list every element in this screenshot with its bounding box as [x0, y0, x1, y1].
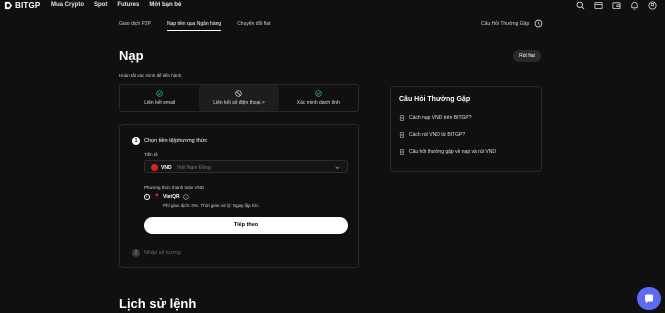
verify-hint: Hoàn tất xác minh để tiến hành.	[119, 73, 183, 78]
logo[interactable]: BITGP	[4, 1, 40, 10]
verification-steps: Liên kết email Liên kết số điện thoại > …	[119, 84, 359, 112]
vietnam-flag-icon	[151, 164, 158, 171]
payment-method-label: Phương thức thanh toán VND	[144, 185, 205, 190]
blocked-icon	[235, 90, 243, 97]
document-icon	[399, 149, 405, 155]
faq-panel: Câu Hỏi Thường Gặp Cách nạp VND trên BIT…	[390, 86, 542, 172]
chat-icon	[645, 294, 653, 303]
payment-fee-text: Phí giao dịch: 0%. Thời gian xử lý: Ngay…	[163, 203, 260, 208]
faq-item[interactable]: Cách nạp VND trên BITGP?	[399, 115, 472, 121]
verify-identity[interactable]: Xác minh danh tính	[279, 85, 358, 111]
nav-item-buy-crypto[interactable]: Mua Crypto	[51, 1, 84, 10]
faq-item-label: Câu hỏi thường gặp về nạp và rút VND	[409, 149, 496, 155]
verify-phone[interactable]: Liên kết số điện thoại >	[199, 85, 279, 111]
continue-button[interactable]: Tiếp theo	[144, 217, 348, 234]
wallet-icon[interactable]	[612, 1, 621, 10]
withdraw-fiat-button[interactable]: Rút fiat	[513, 50, 541, 62]
info-icon[interactable]	[183, 193, 189, 200]
user-icon[interactable]	[648, 1, 657, 10]
verify-email-label: Liên kết email	[144, 100, 176, 106]
page-title: Nạp	[119, 48, 144, 63]
currency-code: VND	[161, 164, 172, 171]
document-icon	[399, 132, 405, 138]
faq-link[interactable]: Câu Hỏi Thường Gặp	[481, 21, 529, 27]
verify-identity-label: Xác minh danh tính	[296, 100, 340, 106]
faq-item-label: Cách nạp VND trên BITGP?	[409, 115, 472, 121]
step-2-title: Nhập số lượng	[144, 249, 181, 256]
nav-item-futures[interactable]: Futures	[117, 1, 139, 10]
currency-select[interactable]: VND Việt Nam Đồng	[144, 160, 348, 173]
order-history-title: Lịch sử lệnh	[119, 296, 197, 311]
nav-item-referral[interactable]: Mời bạn bè	[149, 1, 181, 10]
payment-method-radio[interactable]	[144, 194, 150, 200]
deposit-form-card: 1 Chọn tiền tệ/phương thức Tiền tệ VND V…	[119, 124, 359, 268]
step-1-number: 1	[132, 137, 140, 145]
nav-item-spot[interactable]: Spot	[94, 1, 107, 10]
chevron-down-icon	[335, 166, 340, 170]
faq-item[interactable]: Câu hỏi thường gặp về nạp và rút VND	[399, 149, 496, 155]
tab-bank-deposit[interactable]: Nạp tiền qua Ngân hàng	[166, 21, 222, 31]
check-circle-icon	[315, 90, 322, 97]
step-1-title: Chọn tiền tệ/phương thức	[144, 137, 208, 144]
tab-fiat-convert[interactable]: Chuyển đổi fiat	[237, 21, 270, 31]
check-circle-icon	[156, 90, 163, 97]
faq-title: Câu Hỏi Thường Gặp	[399, 96, 471, 103]
bell-icon[interactable]	[630, 1, 639, 10]
document-icon	[399, 115, 405, 121]
history-clock-icon[interactable]	[534, 19, 543, 28]
verify-email[interactable]: Liên kết email	[120, 85, 199, 111]
search-icon[interactable]	[576, 1, 585, 10]
top-nav: BITGP Mua Crypto Spot Futures Mời bạn bè	[0, 0, 665, 12]
verify-phone-label: Liên kết số điện thoại >	[213, 100, 265, 106]
support-chat-button[interactable]	[637, 287, 661, 310]
logo-text: BITGP	[15, 1, 41, 10]
currency-name: Việt Nam Đồng	[177, 164, 211, 171]
faq-item[interactable]: Cách rút VND từ BITGP?	[399, 132, 465, 138]
step-2-number: 2	[132, 249, 140, 257]
vietqr-logo-icon: ♥	[155, 193, 159, 199]
currency-label: Tiền tệ	[144, 152, 158, 157]
faq-item-label: Cách rút VND từ BITGP?	[409, 132, 466, 138]
logo-icon	[4, 1, 13, 10]
sub-tabs: Giao dịch P2P Nạp tiền qua Ngân hàng Chu…	[119, 21, 287, 31]
download-icon[interactable]	[594, 1, 603, 10]
tab-p2p[interactable]: Giao dịch P2P	[119, 21, 151, 31]
payment-method-name: VietQR	[163, 194, 180, 200]
